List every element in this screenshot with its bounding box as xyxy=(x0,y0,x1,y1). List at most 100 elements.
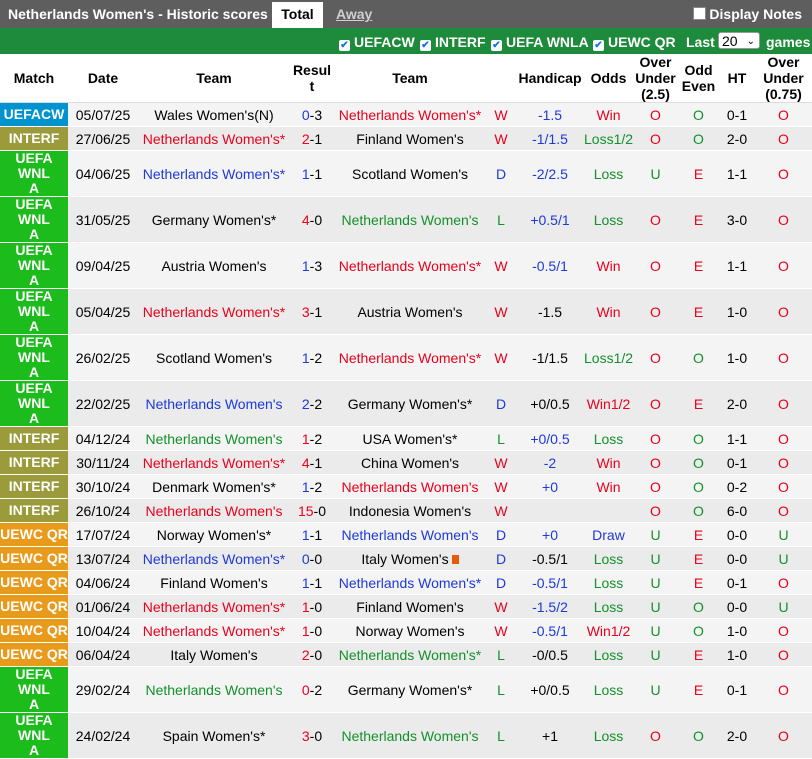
last-games-select[interactable]: 20 ⌄ xyxy=(718,32,760,49)
away-team[interactable]: Italy Women's xyxy=(334,546,486,571)
competition-badge[interactable]: INTERF xyxy=(0,474,68,499)
home-team[interactable]: Netherlands Women's* xyxy=(138,150,290,197)
away-team[interactable]: Netherlands Women's xyxy=(334,522,486,547)
match-score[interactable]: 1-0 xyxy=(290,594,334,619)
competition-badge[interactable]: UEWC QR xyxy=(0,522,68,547)
competition-badge[interactable]: UEWC QR xyxy=(0,570,68,595)
away-team[interactable]: Netherlands Women's* xyxy=(334,102,486,127)
away-team[interactable]: Finland Women's xyxy=(334,594,486,619)
home-score: 1 xyxy=(301,622,310,639)
match-score[interactable]: 1-2 xyxy=(290,334,334,381)
home-team[interactable]: Denmark Women's* xyxy=(138,474,290,499)
filter-interf[interactable]: ✔ INTERF xyxy=(420,34,486,51)
competition-badge[interactable]: UEWC QR xyxy=(0,594,68,619)
match-score[interactable]: 1-1 xyxy=(290,522,334,547)
match-score[interactable]: 1-3 xyxy=(290,242,334,289)
match-score[interactable]: 4-1 xyxy=(290,450,334,475)
away-team[interactable]: Netherlands Women's* xyxy=(334,642,486,667)
match-score[interactable]: 2-2 xyxy=(290,380,334,427)
away-team[interactable]: Scotland Women's xyxy=(334,150,486,197)
away-team[interactable]: Netherlands Women's xyxy=(334,196,486,243)
away-team[interactable]: China Women's xyxy=(334,450,486,475)
away-team[interactable]: Germany Women's* xyxy=(334,666,486,713)
home-team[interactable]: Austria Women's xyxy=(138,242,290,289)
competition-badge[interactable]: UEFA WNL A xyxy=(0,334,68,381)
away-team[interactable]: Norway Women's xyxy=(334,618,486,643)
home-team[interactable]: Netherlands Women's* xyxy=(138,594,290,619)
match-score[interactable]: 1-2 xyxy=(290,474,334,499)
competition-badge[interactable]: UEFA WNL A xyxy=(0,712,68,759)
competition-badge[interactable]: UEFA WNL A xyxy=(0,242,68,289)
match-score[interactable]: 2-1 xyxy=(290,126,334,151)
home-team[interactable]: Netherlands Women's xyxy=(138,666,290,713)
filter-uewc-qr[interactable]: ✔ UEWC QR xyxy=(593,34,676,51)
competition-badge[interactable]: UEWC QR xyxy=(0,618,68,643)
home-team[interactable]: Germany Women's* xyxy=(138,196,290,243)
home-team[interactable]: Netherlands Women's* xyxy=(138,450,290,475)
table-row: UEWC QR 17/07/24 Norway Women's* 1-1 Netherl… xyxy=(0,522,812,547)
match-score[interactable]: 4-0 xyxy=(290,196,334,243)
competition-badge[interactable]: UEFA WNL A xyxy=(0,196,68,243)
check-icon[interactable]: ✔ xyxy=(491,40,502,51)
competition-badge[interactable]: INTERF xyxy=(0,126,68,151)
home-team[interactable]: Norway Women's* xyxy=(138,522,290,547)
competition-badge[interactable]: UEWC QR xyxy=(0,642,68,667)
competition-badge[interactable]: INTERF xyxy=(0,426,68,451)
check-icon[interactable]: ✔ xyxy=(420,40,431,51)
match-score[interactable]: 1-0 xyxy=(290,618,334,643)
match-score[interactable]: 3-1 xyxy=(290,288,334,335)
away-team[interactable]: Netherlands Women's* xyxy=(334,570,486,595)
away-team[interactable]: Netherlands Women's xyxy=(334,712,486,759)
competition-badge[interactable]: INTERF xyxy=(0,450,68,475)
home-team[interactable]: Netherlands Women's xyxy=(138,498,290,523)
away-team[interactable]: Austria Women's xyxy=(334,288,486,335)
display-notes-checkbox[interactable] xyxy=(693,7,707,20)
away-team[interactable]: Netherlands Women's* xyxy=(334,242,486,289)
home-team[interactable]: Spain Women's* xyxy=(138,712,290,759)
away-score: 1 xyxy=(314,454,323,471)
home-team[interactable]: Wales Women's(N) xyxy=(138,102,290,127)
display-notes-toggle[interactable]: Display Notes xyxy=(693,6,802,22)
tab-away[interactable]: Away xyxy=(336,6,372,22)
home-score: 2 xyxy=(301,130,310,147)
home-team[interactable]: Finland Women's xyxy=(138,570,290,595)
match-score[interactable]: 15-0 xyxy=(290,498,334,523)
home-team[interactable]: Netherlands Women's* xyxy=(138,126,290,151)
match-score[interactable]: 0-0 xyxy=(290,546,334,571)
filter-uefa-wnla[interactable]: ✔ UEFA WNLA xyxy=(491,34,589,51)
home-score: 1 xyxy=(301,574,310,591)
match-score[interactable]: 1-2 xyxy=(290,426,334,451)
match-score[interactable]: 2-0 xyxy=(290,642,334,667)
competition-badge[interactable]: UEFACW xyxy=(0,102,68,127)
away-team[interactable]: Germany Women's* xyxy=(334,380,486,427)
away-team-name: China Women's xyxy=(360,454,460,471)
home-team[interactable]: Netherlands Women's* xyxy=(138,618,290,643)
away-team[interactable]: USA Women's* xyxy=(334,426,486,451)
home-team[interactable]: Italy Women's xyxy=(138,642,290,667)
check-icon[interactable]: ✔ xyxy=(339,40,350,51)
filter-uefacw[interactable]: ✔ UEFACW xyxy=(339,34,415,51)
match-score[interactable]: 0-3 xyxy=(290,102,334,127)
competition-badge[interactable]: UEFA WNL A xyxy=(0,288,68,335)
away-team[interactable]: Finland Women's xyxy=(334,126,486,151)
match-score[interactable]: 1-1 xyxy=(290,150,334,197)
home-team[interactable]: Netherlands Women's* xyxy=(138,546,290,571)
match-score[interactable]: 0-2 xyxy=(290,666,334,713)
home-team[interactable]: Netherlands Women's xyxy=(138,426,290,451)
home-team[interactable]: Scotland Women's xyxy=(138,334,290,381)
match-score[interactable]: 3-0 xyxy=(290,712,334,759)
competition-badge[interactable]: UEFA WNL A xyxy=(0,150,68,197)
away-team[interactable]: Netherlands Women's xyxy=(334,474,486,499)
tab-total[interactable]: Total xyxy=(272,2,323,28)
home-team[interactable]: Netherlands Women's* xyxy=(138,288,290,335)
match-score[interactable]: 1-1 xyxy=(290,570,334,595)
home-team[interactable]: Netherlands Women's xyxy=(138,380,290,427)
check-icon[interactable]: ✔ xyxy=(593,40,604,51)
competition-badge[interactable]: UEFA WNL A xyxy=(0,666,68,713)
odds-result: Loss xyxy=(584,196,633,243)
away-team[interactable]: Netherlands Women's* xyxy=(334,334,486,381)
away-team[interactable]: Indonesia Women's xyxy=(334,498,486,523)
competition-badge[interactable]: UEWC QR xyxy=(0,546,68,571)
competition-badge[interactable]: INTERF xyxy=(0,498,68,523)
competition-badge[interactable]: UEFA WNL A xyxy=(0,380,68,427)
